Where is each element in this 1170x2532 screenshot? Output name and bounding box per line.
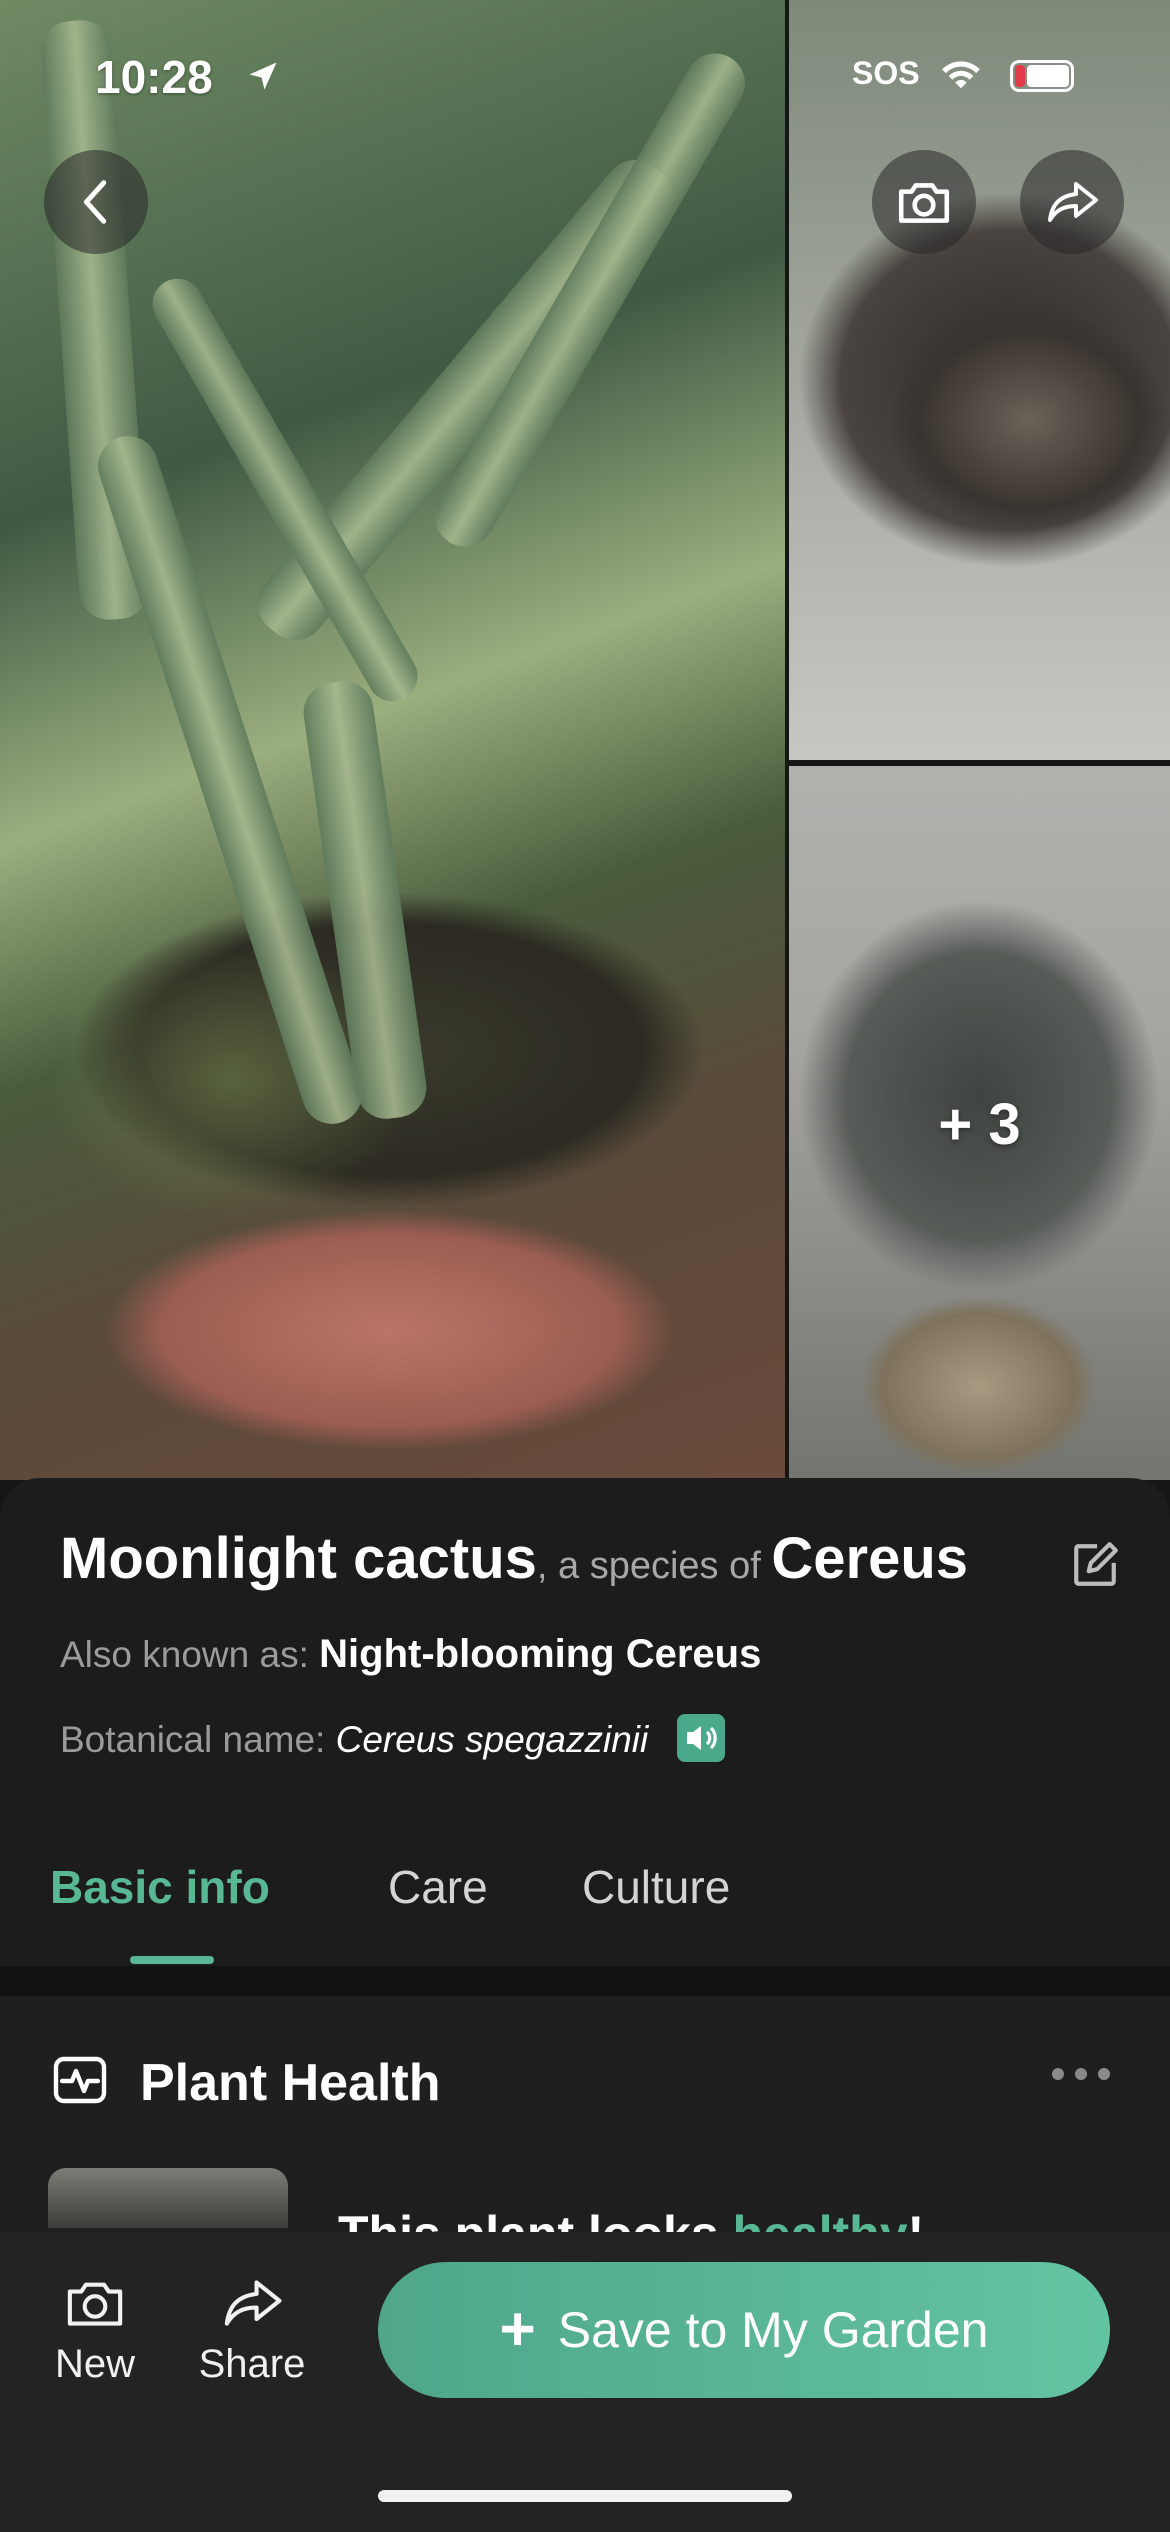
save-to-garden-button[interactable]: + Save to My Garden bbox=[378, 2262, 1110, 2398]
tab-culture[interactable]: Culture bbox=[582, 1860, 730, 1914]
new-button[interactable]: New bbox=[25, 2275, 165, 2387]
location-arrow-icon bbox=[249, 62, 277, 90]
secondary-plant-photo[interactable] bbox=[789, 0, 1170, 760]
botanical-name: Botanical name: Cereus spegazzinii bbox=[60, 1714, 725, 1766]
also-known-value: Night-blooming Cereus bbox=[319, 1632, 762, 1676]
health-thumbnail[interactable] bbox=[48, 2168, 288, 2228]
plus-icon: + bbox=[499, 2295, 536, 2364]
section-divider bbox=[0, 1966, 1170, 1996]
botanical-value: Cereus spegazzinii bbox=[335, 1718, 649, 1760]
status-time: 10:28 bbox=[95, 51, 213, 103]
active-tab-indicator bbox=[130, 1956, 214, 1964]
carrier-label: SOS bbox=[852, 55, 920, 91]
species-connector: , a species of bbox=[536, 1545, 772, 1587]
camera-button[interactable] bbox=[872, 150, 976, 254]
back-button[interactable] bbox=[44, 150, 148, 254]
save-label: Save to My Garden bbox=[557, 2302, 989, 2358]
new-label: New bbox=[54, 2342, 136, 2386]
speaker-icon bbox=[686, 1726, 717, 1750]
plant-title: Moonlight cactus, a species of Cereus bbox=[60, 1525, 968, 1592]
home-indicator bbox=[378, 2490, 792, 2502]
share-arrow-icon bbox=[1048, 182, 1098, 222]
plant-health-title: Plant Health bbox=[140, 2054, 441, 2112]
share-arrow-icon bbox=[224, 2280, 282, 2326]
share-button[interactable]: Share bbox=[182, 2275, 322, 2387]
also-known-label: Also known as: bbox=[60, 1634, 320, 1675]
more-photos-count: + 3 bbox=[938, 1092, 1021, 1157]
common-name: Moonlight cactus bbox=[60, 1526, 537, 1591]
camera-icon bbox=[898, 183, 950, 223]
botanical-label: Botanical name: bbox=[60, 1718, 336, 1760]
wifi-icon bbox=[942, 61, 980, 89]
share-photo-button[interactable] bbox=[1020, 150, 1124, 254]
tab-care[interactable]: Care bbox=[388, 1860, 488, 1914]
chevron-left-icon bbox=[83, 180, 107, 224]
pronunciation-button[interactable] bbox=[676, 1714, 725, 1762]
share-label: Share bbox=[198, 2342, 306, 2386]
also-known-as: Also known as: Night-blooming Cereus bbox=[60, 1632, 761, 1677]
tab-basic-info[interactable]: Basic info bbox=[50, 1860, 270, 1914]
more-options-icon[interactable] bbox=[1050, 2066, 1112, 2082]
genus-name[interactable]: Cereus bbox=[771, 1526, 968, 1591]
battery-icon bbox=[1010, 60, 1074, 92]
more-photos-tile[interactable]: + 3 bbox=[789, 766, 1170, 1480]
edit-icon[interactable] bbox=[1070, 1540, 1120, 1590]
health-pulse-icon bbox=[52, 2055, 108, 2105]
camera-icon bbox=[67, 2282, 123, 2326]
